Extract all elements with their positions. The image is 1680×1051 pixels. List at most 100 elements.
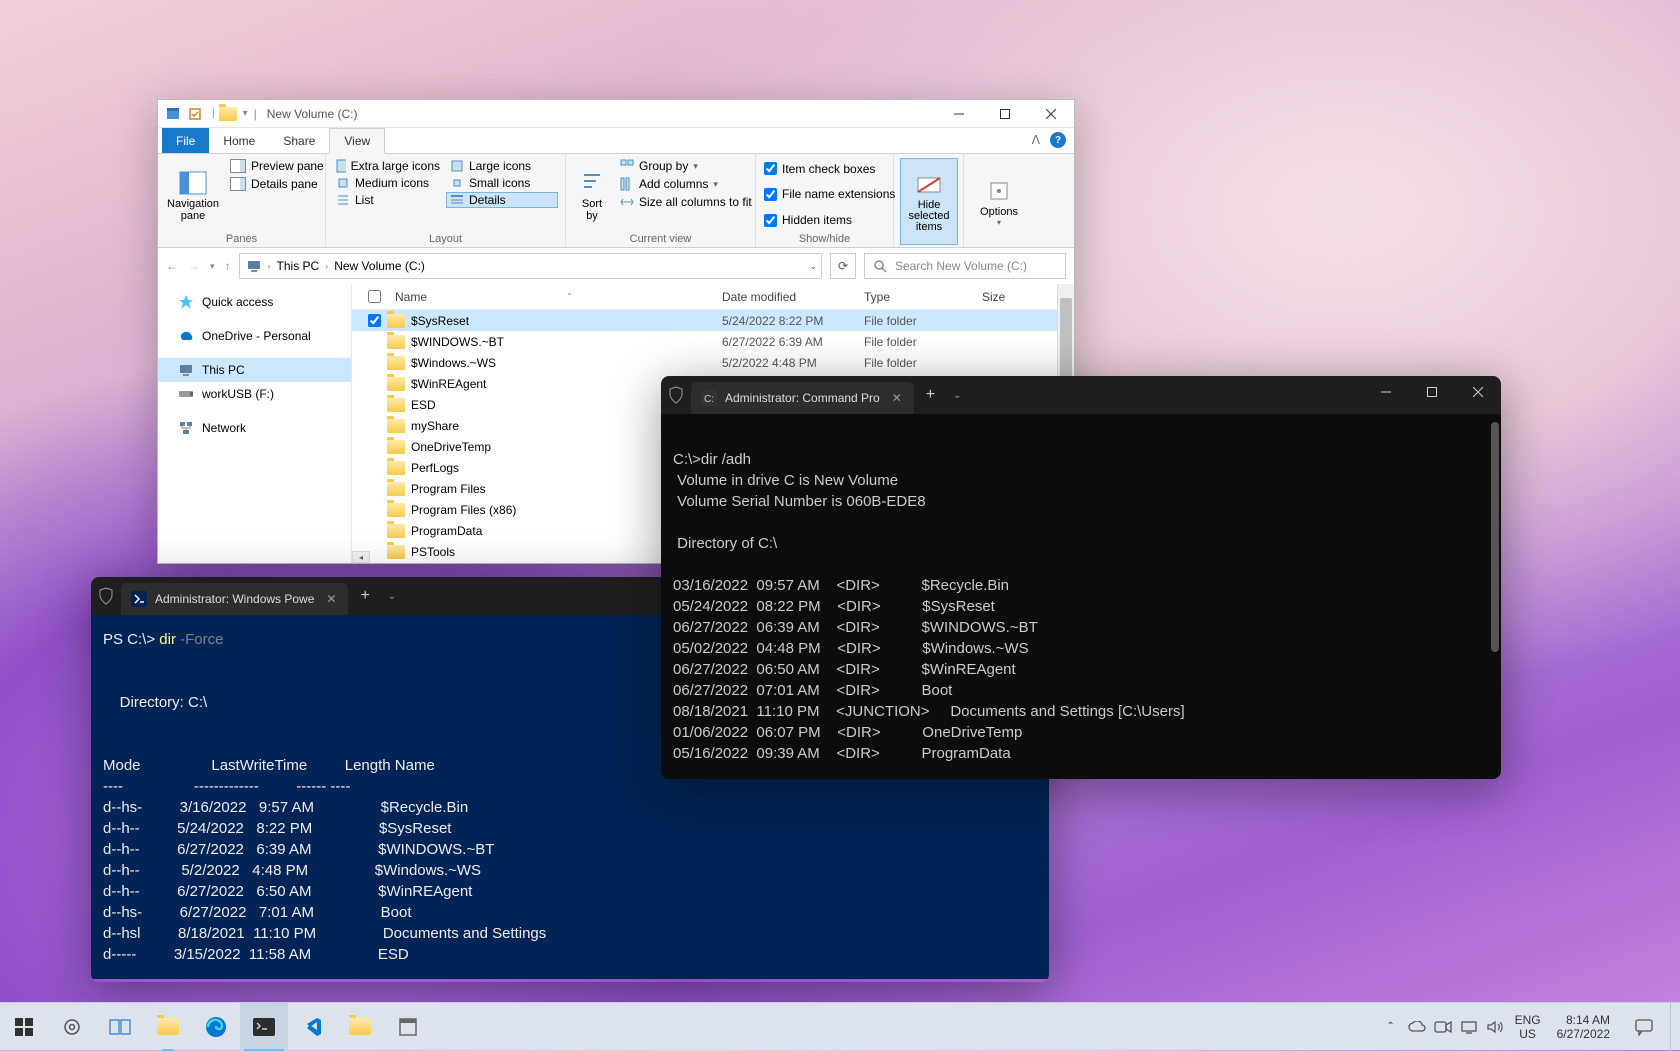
ps-flag: -Force	[180, 631, 223, 648]
close-button[interactable]	[1455, 376, 1501, 408]
file-extensions-toggle[interactable]: File name extensions	[762, 186, 887, 202]
sidebar-item-quick-access[interactable]: Quick access	[158, 290, 351, 314]
minimize-button[interactable]	[936, 100, 982, 128]
layout-sm-button[interactable]: Small icons	[446, 175, 558, 191]
layout-xl-button[interactable]: Extra large icons	[332, 158, 444, 174]
details-pane-button[interactable]: Details pane	[226, 176, 328, 192]
ps-tab-close[interactable]: ✕	[322, 590, 340, 608]
size-all-columns-button[interactable]: Size all columns to fit	[616, 194, 756, 210]
add-columns-button[interactable]: Add columns▾	[616, 176, 756, 192]
item-checkboxes-toggle[interactable]: Item check boxes	[762, 161, 887, 177]
col-size-label: Size	[982, 290, 1005, 304]
ribbon-collapse-icon[interactable]: ᐱ	[1032, 133, 1040, 147]
preview-pane-button[interactable]: Preview pane	[226, 158, 328, 174]
sidebar-label: workUSB (F:)	[202, 387, 274, 401]
breadcrumb-thispc[interactable]: This PC	[277, 259, 320, 273]
explorer-titlebar[interactable]: | ▾ | New Volume (C:)	[158, 100, 1074, 128]
edge-taskbar[interactable]	[192, 1003, 240, 1051]
clock[interactable]: 8:14 AM6/27/2022	[1549, 1013, 1618, 1041]
cmd-scrollbar[interactable]	[1491, 422, 1499, 779]
sidebar-item-this-pc[interactable]: This PC	[158, 358, 351, 382]
hidden-items-toggle[interactable]: Hidden items	[762, 212, 887, 228]
tab-dropdown[interactable]: ⌄	[382, 591, 402, 602]
tab-home[interactable]: Home	[209, 128, 269, 153]
tab-dropdown[interactable]: ⌄	[947, 390, 967, 401]
sidebar-item-network[interactable]: Network	[158, 416, 351, 440]
cmd-titlebar[interactable]: C: Administrator: Command Pro ✕ + ⌄	[661, 376, 1501, 414]
qat-dropdown-icon[interactable]: ▾	[243, 108, 248, 119]
maximize-button[interactable]	[1409, 376, 1455, 408]
meet-now-icon[interactable]	[1431, 1003, 1455, 1051]
tray-overflow[interactable]: ⌃	[1379, 1003, 1403, 1051]
layout-md-button[interactable]: Medium icons	[332, 175, 444, 191]
ps-row: d--hs- 3/16/2022 9:57 AM $Recycle.Bin	[103, 799, 468, 816]
onedrive-tray-icon[interactable]	[1405, 1003, 1429, 1051]
select-all-checkbox[interactable]	[368, 290, 381, 303]
start-button[interactable]	[0, 1003, 48, 1051]
maximize-button[interactable]	[982, 100, 1028, 128]
window-title: New Volume (C:)	[267, 107, 358, 121]
scroll-left-button[interactable]: ◂	[352, 551, 370, 563]
explorer-qat-icon-2[interactable]	[186, 105, 204, 123]
group-by-button[interactable]: Group by▾	[616, 158, 756, 174]
file-row[interactable]: $SysReset5/24/2022 8:22 PMFile folder	[352, 310, 1074, 331]
recent-dropdown[interactable]: ▾	[210, 261, 215, 272]
tab-file[interactable]: File	[162, 128, 209, 153]
tab-view[interactable]: View	[329, 128, 385, 154]
close-button[interactable]	[1028, 100, 1074, 128]
ps-tab[interactable]: Administrator: Windows Powe ✕	[121, 583, 348, 615]
col-date[interactable]: Date modified	[714, 290, 856, 304]
vscode-taskbar[interactable]	[288, 1003, 336, 1051]
col-name[interactable]: Name⌃	[360, 290, 714, 304]
app-taskbar[interactable]	[384, 1003, 432, 1051]
col-size[interactable]: Size	[974, 290, 1054, 304]
search-box[interactable]: Search New Volume (C:)	[864, 253, 1066, 279]
help-icon[interactable]: ?	[1050, 132, 1066, 148]
hide-selected-button[interactable]: Hide selected items	[900, 158, 958, 245]
layout-lg-button[interactable]: Large icons	[446, 158, 558, 174]
tab-share[interactable]: Share	[269, 128, 329, 153]
address-dropdown-icon[interactable]: ⌄	[809, 261, 817, 272]
sort-by-button[interactable]: Sort by	[572, 158, 612, 231]
file-row[interactable]: $WINDOWS.~BT6/27/2022 6:39 AMFile folder	[352, 331, 1074, 352]
breadcrumb-sep-2[interactable]: ›	[325, 261, 328, 271]
sidebar-item-workusb-f-[interactable]: workUSB (F:)	[158, 382, 351, 406]
time: 8:14 AM	[1557, 1013, 1610, 1027]
breadcrumb-sep[interactable]: ›	[268, 261, 271, 271]
cmd-scroll-thumb[interactable]	[1491, 422, 1499, 652]
layout-list-button[interactable]: List	[332, 192, 444, 208]
new-tab-button[interactable]: +	[348, 587, 381, 605]
item-checkboxes-label: Item check boxes	[782, 162, 875, 176]
task-view-button[interactable]	[96, 1003, 144, 1051]
forward-button[interactable]: →	[188, 259, 200, 273]
file-row[interactable]: $Windows.~WS5/2/2022 4:48 PMFile folder	[352, 352, 1074, 373]
network-tray-icon[interactable]	[1457, 1003, 1481, 1051]
up-button[interactable]: ↑	[225, 259, 231, 273]
show-desktop-button[interactable]	[1670, 1003, 1676, 1051]
new-tab-button[interactable]: +	[914, 386, 947, 404]
cmd-tab[interactable]: C: Administrator: Command Pro ✕	[691, 382, 914, 414]
action-center-button[interactable]	[1620, 1003, 1668, 1051]
explorer-qat-icon-1[interactable]	[164, 105, 182, 123]
sidebar-item-onedrive-personal[interactable]: OneDrive - Personal	[158, 324, 351, 348]
terminal-taskbar[interactable]	[240, 1003, 288, 1051]
cmd-body[interactable]: C:\>dir /adh Volume in drive C is New Vo…	[661, 414, 1501, 779]
layout-details-button[interactable]: Details	[446, 192, 558, 208]
address-bar[interactable]: › This PC › New Volume (C:) ⌄	[239, 253, 822, 279]
volume-tray-icon[interactable]	[1483, 1003, 1507, 1051]
options-button[interactable]: Options ▾	[970, 158, 1028, 245]
settings-taskbar-icon[interactable]	[48, 1003, 96, 1051]
col-name-label: Name	[395, 290, 427, 304]
explorer-folder-taskbar[interactable]	[336, 1003, 384, 1051]
file-explorer-taskbar[interactable]	[144, 1003, 192, 1051]
back-button[interactable]: ←	[166, 259, 178, 273]
minimize-button[interactable]	[1363, 376, 1409, 408]
navigation-pane-button[interactable]: Navigation pane	[164, 158, 222, 231]
language-indicator[interactable]: ENGUS	[1509, 1013, 1547, 1041]
group-by-label: Group by	[639, 159, 688, 173]
col-type[interactable]: Type	[856, 290, 974, 304]
breadcrumb-drive[interactable]: New Volume (C:)	[334, 259, 425, 273]
refresh-button[interactable]: ⟳	[830, 253, 856, 279]
cmd-tab-close[interactable]: ✕	[888, 389, 906, 407]
row-checkbox[interactable]	[368, 314, 381, 327]
